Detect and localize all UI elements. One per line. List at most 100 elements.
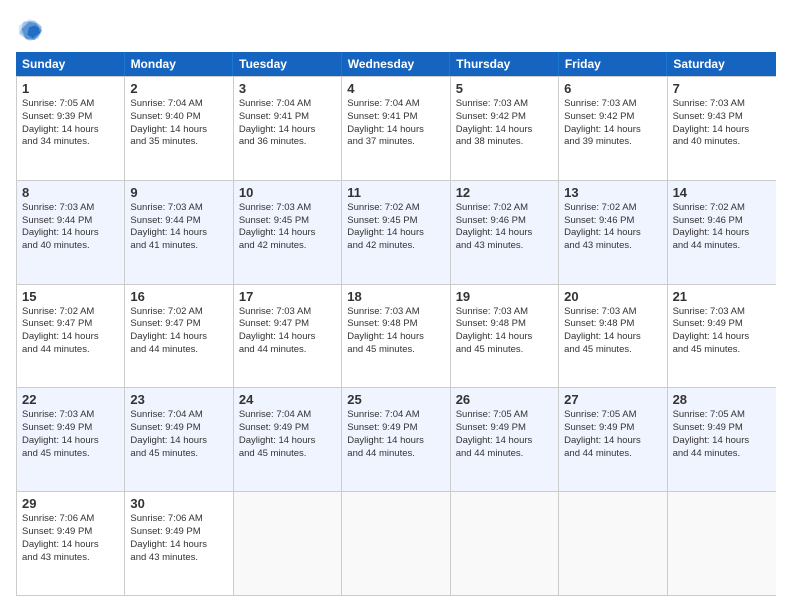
- cell-info: Sunrise: 7:04 AMSunset: 9:40 PMDaylight:…: [130, 98, 227, 149]
- calendar-header: SundayMondayTuesdayWednesdayThursdayFrid…: [16, 52, 776, 76]
- cell-info: Sunrise: 7:03 AMSunset: 9:44 PMDaylight:…: [22, 202, 119, 253]
- cell-info: Sunrise: 7:03 AMSunset: 9:48 PMDaylight:…: [456, 306, 553, 357]
- day-number: 8: [22, 185, 119, 200]
- header-cell-sunday: Sunday: [16, 52, 125, 76]
- day-number: 28: [673, 392, 771, 407]
- cell-info: Sunrise: 7:04 AMSunset: 9:49 PMDaylight:…: [130, 409, 227, 460]
- day-number: 30: [130, 496, 227, 511]
- empty-cell: [559, 492, 667, 595]
- cell-info: Sunrise: 7:03 AMSunset: 9:48 PMDaylight:…: [347, 306, 444, 357]
- cell-info: Sunrise: 7:02 AMSunset: 9:46 PMDaylight:…: [673, 202, 771, 253]
- calendar: SundayMondayTuesdayWednesdayThursdayFrid…: [16, 52, 776, 596]
- cell-info: Sunrise: 7:04 AMSunset: 9:41 PMDaylight:…: [347, 98, 444, 149]
- day-number: 3: [239, 81, 336, 96]
- day-number: 6: [564, 81, 661, 96]
- cell-info: Sunrise: 7:03 AMSunset: 9:49 PMDaylight:…: [22, 409, 119, 460]
- day-number: 5: [456, 81, 553, 96]
- day-cell-10: 10 Sunrise: 7:03 AMSunset: 9:45 PMDayligh…: [234, 181, 342, 284]
- cell-info: Sunrise: 7:03 AMSunset: 9:42 PMDaylight:…: [564, 98, 661, 149]
- day-number: 23: [130, 392, 227, 407]
- cell-info: Sunrise: 7:03 AMSunset: 9:48 PMDaylight:…: [564, 306, 661, 357]
- cell-info: Sunrise: 7:03 AMSunset: 9:42 PMDaylight:…: [456, 98, 553, 149]
- cell-info: Sunrise: 7:03 AMSunset: 9:49 PMDaylight:…: [673, 306, 771, 357]
- cal-row-2: 8 Sunrise: 7:03 AMSunset: 9:44 PMDaylight…: [17, 180, 776, 284]
- day-number: 15: [22, 289, 119, 304]
- cell-info: Sunrise: 7:02 AMSunset: 9:46 PMDaylight:…: [456, 202, 553, 253]
- empty-cell: [234, 492, 342, 595]
- day-cell-24: 24 Sunrise: 7:04 AMSunset: 9:49 PMDayligh…: [234, 388, 342, 491]
- day-cell-19: 19 Sunrise: 7:03 AMSunset: 9:48 PMDayligh…: [451, 285, 559, 388]
- header-cell-tuesday: Tuesday: [233, 52, 342, 76]
- day-number: 19: [456, 289, 553, 304]
- day-cell-26: 26Sunrise: 7:05 AMSunset: 9:49 PMDayligh…: [451, 388, 559, 491]
- header-cell-monday: Monday: [125, 52, 234, 76]
- header: [16, 16, 776, 44]
- day-number: 24: [239, 392, 336, 407]
- day-number: 22: [22, 392, 119, 407]
- day-cell-22: 22 Sunrise: 7:03 AMSunset: 9:49 PMDayligh…: [17, 388, 125, 491]
- day-cell-14: 14 Sunrise: 7:02 AMSunset: 9:46 PMDayligh…: [668, 181, 776, 284]
- header-cell-saturday: Saturday: [667, 52, 776, 76]
- day-number: 25: [347, 392, 444, 407]
- day-cell-9: 9 Sunrise: 7:03 AMSunset: 9:44 PMDaylight…: [125, 181, 233, 284]
- day-number: 29: [22, 496, 119, 511]
- day-cell-27: 27 Sunrise: 7:05 AMSunset: 9:49 PMDayligh…: [559, 388, 667, 491]
- day-cell-29: 29 Sunrise: 7:06 AMSunset: 9:49 PMDayligh…: [17, 492, 125, 595]
- day-number: 16: [130, 289, 227, 304]
- cell-info: Sunrise: 7:04 AMSunset: 9:49 PMDaylight:…: [239, 409, 336, 460]
- day-cell-25: 25Sunrise: 7:04 AMSunset: 9:49 PMDayligh…: [342, 388, 450, 491]
- day-cell-17: 17 Sunrise: 7:03 AMSunset: 9:47 PMDayligh…: [234, 285, 342, 388]
- cell-info: Sunrise: 7:03 AMSunset: 9:45 PMDaylight:…: [239, 202, 336, 253]
- logo-icon: [16, 16, 44, 44]
- day-number: 7: [673, 81, 771, 96]
- day-cell-4: 4Sunrise: 7:04 AMSunset: 9:41 PMDaylight…: [342, 77, 450, 180]
- cell-info: Sunrise: 7:05 AMSunset: 9:49 PMDaylight:…: [564, 409, 661, 460]
- cell-info: Sunrise: 7:03 AMSunset: 9:44 PMDaylight:…: [130, 202, 227, 253]
- empty-cell: [451, 492, 559, 595]
- day-number: 11: [347, 185, 444, 200]
- day-number: 26: [456, 392, 553, 407]
- cal-row-1: 1 Sunrise: 7:05 AMSunset: 9:39 PMDaylight…: [17, 76, 776, 180]
- page: SundayMondayTuesdayWednesdayThursdayFrid…: [0, 0, 792, 612]
- cell-info: Sunrise: 7:06 AMSunset: 9:49 PMDaylight:…: [130, 513, 227, 564]
- day-cell-13: 13 Sunrise: 7:02 AMSunset: 9:46 PMDayligh…: [559, 181, 667, 284]
- day-cell-15: 15Sunrise: 7:02 AMSunset: 9:47 PMDayligh…: [17, 285, 125, 388]
- calendar-body: 1 Sunrise: 7:05 AMSunset: 9:39 PMDaylight…: [16, 76, 776, 596]
- day-number: 9: [130, 185, 227, 200]
- day-number: 2: [130, 81, 227, 96]
- day-cell-7: 7 Sunrise: 7:03 AMSunset: 9:43 PMDaylight…: [668, 77, 776, 180]
- day-number: 20: [564, 289, 661, 304]
- day-number: 1: [22, 81, 119, 96]
- day-cell-11: 11Sunrise: 7:02 AMSunset: 9:45 PMDayligh…: [342, 181, 450, 284]
- day-cell-30: 30 Sunrise: 7:06 AMSunset: 9:49 PMDayligh…: [125, 492, 233, 595]
- day-cell-3: 3Sunrise: 7:04 AMSunset: 9:41 PMDaylight…: [234, 77, 342, 180]
- header-cell-friday: Friday: [559, 52, 668, 76]
- day-number: 27: [564, 392, 661, 407]
- day-cell-5: 5 Sunrise: 7:03 AMSunset: 9:42 PMDaylight…: [451, 77, 559, 180]
- header-cell-thursday: Thursday: [450, 52, 559, 76]
- day-cell-21: 21 Sunrise: 7:03 AMSunset: 9:49 PMDayligh…: [668, 285, 776, 388]
- day-cell-1: 1 Sunrise: 7:05 AMSunset: 9:39 PMDaylight…: [17, 77, 125, 180]
- cell-info: Sunrise: 7:02 AMSunset: 9:47 PMDaylight:…: [130, 306, 227, 357]
- day-cell-28: 28Sunrise: 7:05 AMSunset: 9:49 PMDayligh…: [668, 388, 776, 491]
- day-number: 12: [456, 185, 553, 200]
- day-number: 10: [239, 185, 336, 200]
- day-number: 21: [673, 289, 771, 304]
- day-number: 13: [564, 185, 661, 200]
- day-cell-23: 23 Sunrise: 7:04 AMSunset: 9:49 PMDayligh…: [125, 388, 233, 491]
- cell-info: Sunrise: 7:03 AMSunset: 9:47 PMDaylight:…: [239, 306, 336, 357]
- logo: [16, 16, 48, 44]
- cal-row-4: 22 Sunrise: 7:03 AMSunset: 9:49 PMDayligh…: [17, 387, 776, 491]
- cell-info: Sunrise: 7:05 AMSunset: 9:39 PMDaylight:…: [22, 98, 119, 149]
- cell-info: Sunrise: 7:06 AMSunset: 9:49 PMDaylight:…: [22, 513, 119, 564]
- day-cell-6: 6 Sunrise: 7:03 AMSunset: 9:42 PMDaylight…: [559, 77, 667, 180]
- day-cell-16: 16 Sunrise: 7:02 AMSunset: 9:47 PMDayligh…: [125, 285, 233, 388]
- day-number: 14: [673, 185, 771, 200]
- header-cell-wednesday: Wednesday: [342, 52, 451, 76]
- cal-row-5: 29 Sunrise: 7:06 AMSunset: 9:49 PMDayligh…: [17, 491, 776, 595]
- day-cell-12: 12 Sunrise: 7:02 AMSunset: 9:46 PMDayligh…: [451, 181, 559, 284]
- day-number: 18: [347, 289, 444, 304]
- cell-info: Sunrise: 7:03 AMSunset: 9:43 PMDaylight:…: [673, 98, 771, 149]
- day-number: 17: [239, 289, 336, 304]
- cell-info: Sunrise: 7:02 AMSunset: 9:46 PMDaylight:…: [564, 202, 661, 253]
